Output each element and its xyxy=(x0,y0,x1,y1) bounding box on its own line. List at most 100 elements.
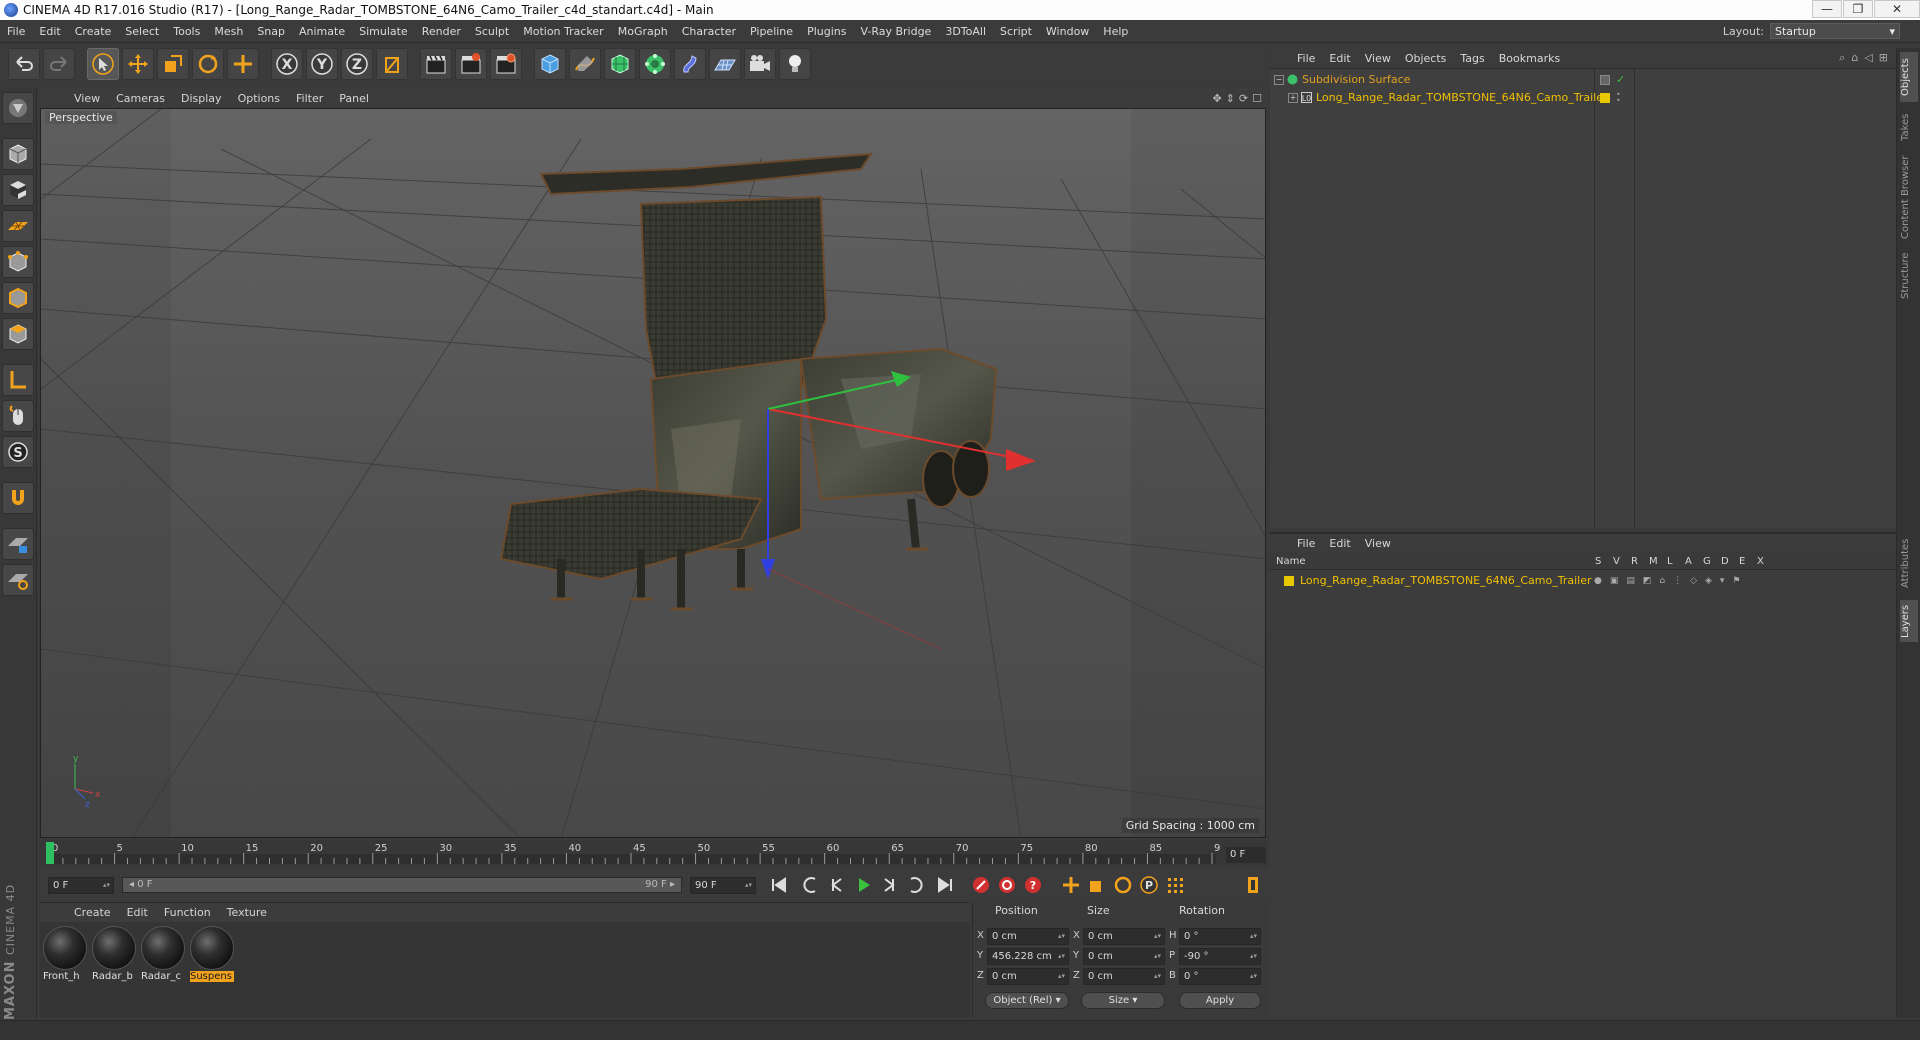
menu-tools[interactable]: Tools xyxy=(166,25,207,38)
material-swatch[interactable]: Radar_b xyxy=(92,926,138,982)
menu-pipeline[interactable]: Pipeline xyxy=(743,25,800,38)
record-keys-button[interactable] xyxy=(970,874,992,896)
material-swatch-selected[interactable]: Suspens xyxy=(190,926,236,982)
size-y-field[interactable]: 0 cm ▴▾ xyxy=(1083,948,1165,965)
tab-structure[interactable]: Structure xyxy=(1900,248,1918,304)
add-cube-button[interactable] xyxy=(534,48,566,80)
add-generator-button[interactable] xyxy=(604,48,636,80)
layer-col-manager[interactable]: M xyxy=(1649,556,1658,567)
layer-col-locked[interactable]: L xyxy=(1667,556,1673,567)
visibility-toggle-icon[interactable] xyxy=(1600,74,1610,85)
next-key-button[interactable] xyxy=(904,874,926,896)
visibility-dots-icon[interactable]: • • xyxy=(1616,90,1621,104)
lock-workplane-button[interactable] xyxy=(2,528,34,560)
layer-col-view[interactable]: V xyxy=(1613,556,1620,567)
workplane-mode-button[interactable] xyxy=(2,210,34,242)
new-view-icon[interactable]: ⊞ xyxy=(1879,51,1888,65)
keyframe-selection-button[interactable]: ? xyxy=(1022,874,1044,896)
viewport-menu-panel[interactable]: Panel xyxy=(331,92,377,105)
play-forward-button[interactable] xyxy=(852,874,874,896)
tweak-mode-button[interactable] xyxy=(2,400,34,432)
make-editable-button[interactable] xyxy=(2,92,34,124)
model-mode-button[interactable] xyxy=(2,138,34,170)
object-menu-objects[interactable]: Objects xyxy=(1398,52,1454,65)
material-swatch[interactable]: Radar_c xyxy=(141,926,187,982)
end-frame-field[interactable]: 90 F ▴▾ xyxy=(690,877,756,894)
object-menu-view[interactable]: View xyxy=(1358,52,1398,65)
layer-menu-edit[interactable]: Edit xyxy=(1322,537,1357,550)
viewport-menu-display[interactable]: Display xyxy=(173,92,230,105)
object-menu-bookmarks[interactable]: Bookmarks xyxy=(1492,52,1567,65)
object-menu-edit[interactable]: Edit xyxy=(1322,52,1357,65)
undo-button[interactable] xyxy=(8,48,40,80)
planar-workplane-button[interactable] xyxy=(2,564,34,596)
menu-edit[interactable]: Edit xyxy=(32,25,67,38)
layer-color-tag[interactable] xyxy=(1600,92,1610,103)
go-to-start-button[interactable] xyxy=(768,874,790,896)
layer-col-animation[interactable]: A xyxy=(1685,556,1692,567)
menu-motion-tracker[interactable]: Motion Tracker xyxy=(516,25,610,38)
menu-help[interactable]: Help xyxy=(1096,25,1135,38)
checkmark-icon[interactable]: ✓ xyxy=(1616,73,1625,86)
position-x-field[interactable]: 0 cm ▴▾ xyxy=(987,928,1069,945)
material-menu-create[interactable]: Create xyxy=(66,906,119,919)
points-mode-button[interactable] xyxy=(2,246,34,278)
minimize-button[interactable]: — xyxy=(1812,0,1842,18)
key-pla-button[interactable] xyxy=(1164,874,1186,896)
add-floor-button[interactable] xyxy=(709,48,741,80)
layer-col-expressions[interactable]: E xyxy=(1739,556,1745,567)
render-settings-button[interactable] xyxy=(490,48,522,80)
viewport-menu-filter[interactable]: Filter xyxy=(288,92,331,105)
layer-col-xref[interactable]: X xyxy=(1757,556,1764,567)
layer-col-solo[interactable]: S xyxy=(1595,556,1601,567)
menu-script[interactable]: Script xyxy=(993,25,1039,38)
timeline-layout-button[interactable] xyxy=(1242,874,1264,896)
redo-button[interactable] xyxy=(43,48,75,80)
position-y-field[interactable]: 456.228 cm ▴▾ xyxy=(987,948,1069,965)
next-frame-button[interactable] xyxy=(878,874,900,896)
object-row-radar[interactable]: + L0 Long_Range_Radar_TOMBSTONE_64N6_Cam… xyxy=(1270,89,1896,106)
menu-3dtoall[interactable]: 3DToAll xyxy=(938,25,993,38)
render-picture-viewer-button[interactable] xyxy=(455,48,487,80)
edges-mode-button[interactable] xyxy=(2,282,34,314)
render-view-button[interactable] xyxy=(420,48,452,80)
viewport-menu-view[interactable]: View xyxy=(66,92,108,105)
add-camera-button[interactable] xyxy=(744,48,776,80)
object-row-subdivision[interactable]: − Subdivision Surface ✓ xyxy=(1270,71,1896,88)
back-icon[interactable]: ◁ xyxy=(1864,51,1872,65)
rotation-h-field[interactable]: 0 ° ▴▾ xyxy=(1179,928,1261,945)
scale-tool-button[interactable] xyxy=(157,48,189,80)
menu-character[interactable]: Character xyxy=(675,25,743,38)
apply-button[interactable]: Apply xyxy=(1179,992,1261,1009)
key-scale-button[interactable] xyxy=(1086,874,1108,896)
z-axis-lock-button[interactable]: Z xyxy=(341,48,373,80)
collapse-toggle-icon[interactable]: − xyxy=(1274,74,1284,85)
menu-create[interactable]: Create xyxy=(68,25,119,38)
coordinate-system-button[interactable] xyxy=(376,48,408,80)
menu-sculpt[interactable]: Sculpt xyxy=(468,25,516,38)
search-icon[interactable]: ⌕ xyxy=(1839,51,1845,65)
layer-row[interactable]: Long_Range_Radar_TOMBSTONE_64N6_Camo_Tra… xyxy=(1270,572,1896,589)
key-position-button[interactable] xyxy=(1060,874,1082,896)
menu-simulate[interactable]: Simulate xyxy=(352,25,415,38)
key-parameter-button[interactable]: P xyxy=(1138,874,1160,896)
tab-objects[interactable]: Objects xyxy=(1900,52,1918,102)
rotate-tool-button[interactable] xyxy=(192,48,224,80)
layout-dropdown[interactable]: Startup ▾ xyxy=(1770,23,1900,39)
position-z-field[interactable]: 0 cm ▴▾ xyxy=(987,968,1069,985)
layer-col-render[interactable]: R xyxy=(1631,556,1638,567)
layer-menu-file[interactable]: File xyxy=(1290,537,1322,550)
preview-range-slider[interactable]: ◂ 0 F 90 F ▸ xyxy=(122,877,682,893)
polygons-mode-button[interactable] xyxy=(2,318,34,350)
add-spline-button[interactable] xyxy=(569,48,601,80)
menu-file[interactable]: File xyxy=(0,25,32,38)
tab-content-browser[interactable]: Content Browser xyxy=(1900,152,1918,242)
object-menu-tags[interactable]: Tags xyxy=(1453,52,1491,65)
expand-toggle-icon[interactable]: + xyxy=(1288,92,1298,103)
add-deformer-button[interactable] xyxy=(674,48,706,80)
menu-mograph[interactable]: MoGraph xyxy=(611,25,675,38)
layer-col-deformers[interactable]: D xyxy=(1721,556,1729,567)
layer-color-swatch[interactable] xyxy=(1284,575,1294,586)
coordinate-mode-dropdown[interactable]: Object (Rel) ▾ xyxy=(985,992,1069,1009)
recent-tool-button[interactable] xyxy=(227,48,259,80)
